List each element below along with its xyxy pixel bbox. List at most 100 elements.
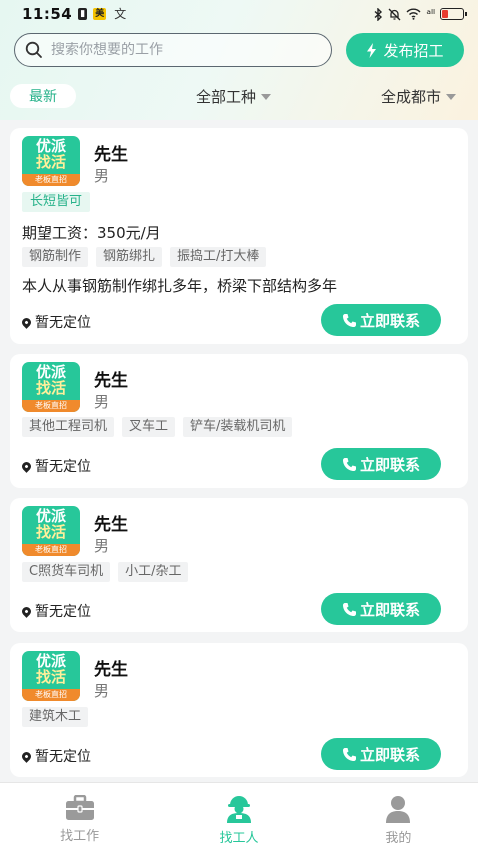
phone-icon: [342, 313, 356, 327]
search-input[interactable]: [51, 42, 311, 58]
bottom-navigation: 找工作 找工人 我的: [0, 782, 478, 850]
status-time: 11:54: [22, 5, 73, 23]
post-job-button[interactable]: 发布招工: [346, 33, 464, 67]
worker-card[interactable]: 优派 找活 老板直招 先生 男 其他工程司机 叉车工 铲车/装载机司机 暂无定位…: [10, 354, 468, 488]
app-logo: 优派 找活 老板直招: [22, 362, 80, 412]
worker-card[interactable]: 优派 找活 老板直招 先生 男 C照货车司机 小工/杂工 暂无定位 立即联系: [10, 498, 468, 632]
skill-tag: 建筑木工: [22, 707, 89, 727]
logo-band: 老板直招: [22, 400, 80, 412]
contact-label: 立即联系: [359, 455, 420, 474]
nav-find-worker[interactable]: 找工人: [159, 783, 318, 850]
filter-city[interactable]: 全成都市: [381, 86, 457, 107]
location-pin-icon: [20, 749, 33, 763]
nav-find-job[interactable]: 找工作: [0, 783, 159, 850]
logo-line2: 找活: [35, 523, 66, 541]
skill-tag: 钢筋绑扎: [96, 247, 163, 267]
worker-gender: 男: [94, 167, 110, 185]
skill-tags: 建筑木工: [22, 707, 89, 727]
expected-wage: 期望工资：350元/月: [22, 224, 161, 242]
filter-latest[interactable]: 最新: [10, 84, 76, 108]
logo-line1: 优派: [35, 652, 66, 670]
logo-band: 老板直招: [22, 174, 80, 186]
nav-label: 我的: [385, 831, 412, 846]
skill-tag: C照货车司机: [22, 562, 111, 582]
skill-tag: 振捣工/打大棒: [170, 247, 267, 267]
wifi-icon: [406, 8, 421, 20]
logo-band: 老板直招: [22, 689, 80, 701]
worker-name: 先生: [94, 660, 128, 680]
location-pin-icon: [20, 315, 33, 329]
location: 暂无定位: [20, 601, 91, 621]
worker-name: 先生: [94, 145, 128, 165]
contact-button[interactable]: 立即联系: [321, 448, 441, 480]
status-bar: 11:54 ▮ 美 文 ᵃˡˡ: [0, 0, 478, 28]
search-bar[interactable]: [14, 33, 332, 67]
worker-name: 先生: [94, 371, 128, 391]
worker-gender: 男: [94, 393, 110, 411]
skill-tag: 叉车工: [122, 417, 176, 437]
skill-tags: C照货车司机 小工/杂工: [22, 562, 189, 582]
filter-city-label: 全成都市: [381, 88, 442, 106]
logo-band: 老板直招: [22, 544, 80, 556]
text-notification-icon: 文: [114, 7, 127, 21]
chevron-down-icon: [446, 93, 457, 100]
chevron-down-icon: [261, 93, 272, 100]
logo-line2: 找活: [35, 379, 66, 397]
person-icon: [386, 796, 411, 823]
logo-line2: 找活: [35, 668, 66, 686]
nav-label: 找工人: [219, 831, 259, 846]
phone-icon: [342, 457, 356, 471]
skill-tags: 其他工程司机 叉车工 铲车/装载机司机: [22, 417, 293, 437]
skill-tag: 小工/杂工: [118, 562, 189, 582]
skill-tag: 其他工程司机: [22, 417, 115, 437]
location-pin-icon: [20, 459, 33, 473]
nav-mine[interactable]: 我的: [319, 783, 478, 850]
location: 暂无定位: [20, 312, 91, 332]
app-logo: 优派 找活 老板直招: [22, 506, 80, 556]
logo-line1: 优派: [35, 363, 66, 381]
battery-icon: [440, 8, 467, 20]
skill-tag: 钢筋制作: [22, 247, 89, 267]
contact-button[interactable]: 立即联系: [321, 593, 441, 625]
location: 暂无定位: [20, 456, 91, 476]
worker-gender: 男: [94, 537, 110, 555]
briefcase-icon: [65, 795, 94, 820]
search-icon: [25, 41, 42, 58]
mute-icon: [388, 8, 401, 20]
signal-icon: ᵃˡˡ: [426, 7, 435, 21]
contact-label: 立即联系: [359, 745, 420, 764]
notification-icon: ▮: [78, 8, 88, 20]
worker-description: 本人从事钢筋制作绑扎多年，桥梁下部结构多年: [22, 277, 338, 295]
filter-job-type-label: 全部工种: [196, 88, 257, 106]
location-text: 暂无定位: [35, 315, 91, 331]
worker-icon: [226, 796, 251, 823]
location-pin-icon: [20, 604, 33, 618]
worker-gender: 男: [94, 682, 110, 700]
logo-line1: 优派: [35, 137, 66, 155]
contact-button[interactable]: 立即联系: [321, 738, 441, 770]
worker-name: 先生: [94, 515, 128, 535]
nav-label: 找工作: [60, 829, 100, 844]
phone-icon: [342, 747, 356, 761]
contact-button[interactable]: 立即联系: [321, 304, 441, 336]
lightning-icon: [367, 42, 377, 58]
worker-card[interactable]: 优派 找活 老板直招 先生 男 长短皆可 期望工资：350元/月 钢筋制作 钢筋…: [10, 128, 468, 344]
location: 暂无定位: [20, 746, 91, 766]
bluetooth-icon: [374, 7, 383, 21]
logo-line2: 找活: [35, 153, 66, 171]
location-text: 暂无定位: [35, 604, 91, 620]
phone-icon: [342, 602, 356, 616]
skill-tags: 钢筋制作 钢筋绑扎 振捣工/打大棒: [22, 247, 267, 267]
filter-job-type[interactable]: 全部工种: [196, 86, 272, 107]
app-notification-icon: 美: [93, 8, 107, 20]
duration-badge: 长短皆可: [22, 192, 91, 212]
contact-label: 立即联系: [359, 311, 420, 330]
post-job-label: 发布招工: [383, 41, 444, 60]
logo-line1: 优派: [35, 507, 66, 525]
worker-card[interactable]: 优派 找活 老板直招 先生 男 建筑木工 暂无定位 立即联系: [10, 643, 468, 777]
contact-label: 立即联系: [359, 600, 420, 619]
location-text: 暂无定位: [35, 459, 91, 475]
app-logo: 优派 找活 老板直招: [22, 651, 80, 701]
location-text: 暂无定位: [35, 749, 91, 765]
app-logo: 优派 找活 老板直招: [22, 136, 80, 186]
